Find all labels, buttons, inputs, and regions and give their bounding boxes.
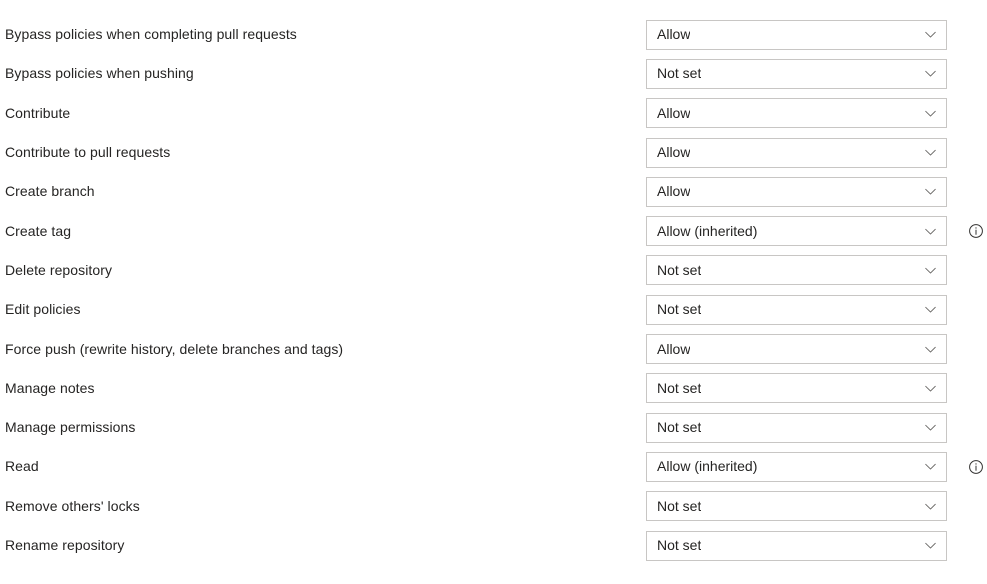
permission-dropdown-value: Allow <box>657 144 691 161</box>
permission-label: Edit policies <box>5 301 81 318</box>
permission-dropdown-value: Not set <box>657 261 702 278</box>
permission-label: Manage permissions <box>5 419 136 436</box>
permission-label: Create tag <box>5 222 72 239</box>
permission-row: Force push (rewrite history, delete bran… <box>0 329 987 368</box>
permission-label: Contribute <box>5 104 71 121</box>
chevron-down-icon <box>924 67 937 80</box>
permission-dropdown-value: Not set <box>657 419 702 436</box>
permission-row: Delete repository Not set <box>0 251 987 290</box>
chevron-down-icon <box>924 185 937 198</box>
permission-dropdown-value: Allow <box>657 26 691 43</box>
permission-row: Manage notes Not set <box>0 369 987 408</box>
chevron-down-icon <box>924 343 937 356</box>
permission-row: Bypass policies when pushing Not set <box>0 54 987 93</box>
permission-label: Rename repository <box>5 537 125 554</box>
permission-dropdown[interactable]: Not set <box>646 58 947 89</box>
chevron-down-icon <box>924 107 937 120</box>
permission-row: Bypass policies when completing pull req… <box>0 15 987 54</box>
chevron-down-icon <box>924 539 937 552</box>
permission-dropdown-value: Not set <box>657 301 702 318</box>
permission-label: Manage notes <box>5 379 95 396</box>
permission-dropdown-value: Allow <box>657 104 691 121</box>
permission-row: Contribute to pull requests Allow <box>0 133 987 172</box>
permission-dropdown-value: Not set <box>657 537 702 554</box>
permission-dropdown[interactable]: Not set <box>646 412 947 443</box>
permission-dropdown-value: Not set <box>657 379 702 396</box>
permission-dropdown-value: Allow (inherited) <box>657 458 758 475</box>
permission-dropdown-value: Not set <box>657 65 702 82</box>
permission-label: Bypass policies when completing pull req… <box>5 26 297 43</box>
permission-row: Read Allow (inherited) <box>0 447 987 486</box>
chevron-down-icon <box>924 146 937 159</box>
permission-dropdown[interactable]: Allow <box>646 19 947 50</box>
permission-row: Rename repository Not set <box>0 526 987 565</box>
permission-dropdown[interactable]: Not set <box>646 255 947 286</box>
permission-row: Remove others' locks Not set <box>0 487 987 526</box>
permission-row: Contribute Allow <box>0 94 987 133</box>
chevron-down-icon <box>924 382 937 395</box>
permission-dropdown[interactable]: Allow <box>646 334 947 365</box>
chevron-down-icon <box>924 460 937 473</box>
chevron-down-icon <box>924 28 937 41</box>
permission-dropdown[interactable]: Allow (inherited) <box>646 451 947 482</box>
permission-dropdown-value: Not set <box>657 497 702 514</box>
permission-label: Contribute to pull requests <box>5 144 171 161</box>
permission-label: Bypass policies when pushing <box>5 65 194 82</box>
permission-dropdown[interactable]: Allow <box>646 137 947 168</box>
permission-dropdown[interactable]: Allow <box>646 98 947 129</box>
permission-label: Delete repository <box>5 261 113 278</box>
permission-label: Remove others' locks <box>5 497 140 514</box>
permission-label: Force push (rewrite history, delete bran… <box>5 340 344 357</box>
permission-dropdown-value: Allow (inherited) <box>657 222 758 239</box>
permission-row: Create branch Allow <box>0 172 987 211</box>
chevron-down-icon <box>924 421 937 434</box>
permission-dropdown[interactable]: Not set <box>646 373 947 404</box>
permission-dropdown[interactable]: Not set <box>646 530 947 561</box>
chevron-down-icon <box>924 303 937 316</box>
permission-row: Edit policies Not set <box>0 290 987 329</box>
permission-dropdown[interactable]: Not set <box>646 491 947 522</box>
permission-dropdown[interactable]: Allow <box>646 176 947 207</box>
permission-row: Manage permissions Not set <box>0 408 987 447</box>
permission-label: Read <box>5 458 39 475</box>
permission-dropdown[interactable]: Not set <box>646 294 947 325</box>
chevron-down-icon <box>924 264 937 277</box>
permission-label: Create branch <box>5 183 95 200</box>
permission-dropdown-value: Allow <box>657 340 691 357</box>
chevron-down-icon <box>924 225 937 238</box>
info-circle-icon[interactable] <box>968 223 984 239</box>
info-circle-icon[interactable] <box>968 459 984 475</box>
permission-dropdown[interactable]: Allow (inherited) <box>646 216 947 247</box>
permission-dropdown-value: Allow <box>657 183 691 200</box>
chevron-down-icon <box>924 500 937 513</box>
permission-row: Create tag Allow (inherited) <box>0 212 987 251</box>
